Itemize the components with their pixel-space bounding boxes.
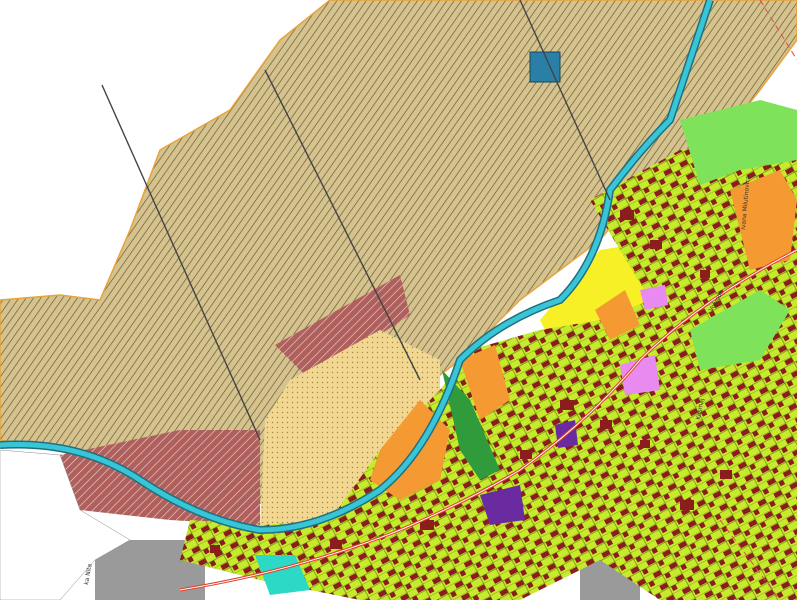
zoning-map: ka Nita Kosmaj Ivana Milutinovica Vojvod… bbox=[0, 0, 797, 600]
